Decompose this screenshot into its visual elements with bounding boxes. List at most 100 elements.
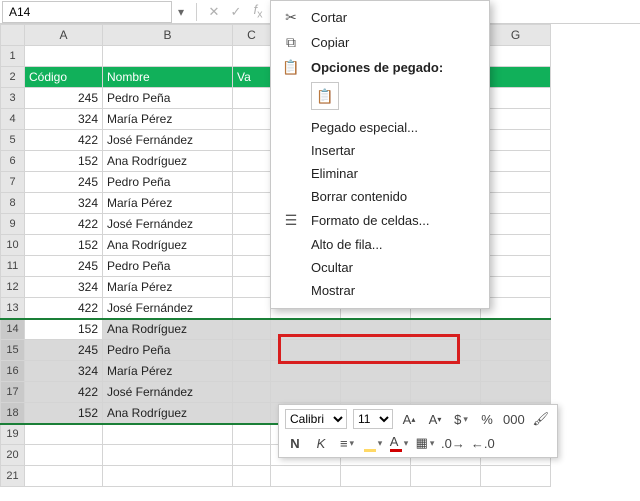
cell[interactable] <box>233 109 271 130</box>
cell[interactable] <box>481 256 551 277</box>
col-header-B[interactable]: B <box>103 25 233 46</box>
cell[interactable] <box>481 235 551 256</box>
menu-cut[interactable]: ✂ Cortar <box>271 5 489 30</box>
row-header-15[interactable]: 15 <box>1 340 25 361</box>
cell[interactable]: 152 <box>25 235 103 256</box>
cell[interactable]: 324 <box>25 193 103 214</box>
decrease-font-button[interactable]: A▾ <box>425 409 445 429</box>
row-header-4[interactable]: 4 <box>1 109 25 130</box>
cell[interactable] <box>341 382 411 403</box>
select-all-corner[interactable] <box>1 25 25 46</box>
cell[interactable] <box>341 340 411 361</box>
cell[interactable] <box>103 466 233 487</box>
col-header-G[interactable]: G <box>481 25 551 46</box>
cell[interactable] <box>233 151 271 172</box>
cell[interactable] <box>271 466 341 487</box>
cell[interactable]: Ana Rodríguez <box>103 319 233 340</box>
menu-hide[interactable]: Ocultar <box>271 256 489 279</box>
cell[interactable]: 245 <box>25 172 103 193</box>
cell[interactable] <box>233 214 271 235</box>
cell[interactable] <box>233 193 271 214</box>
cell[interactable] <box>481 151 551 172</box>
cell[interactable]: 245 <box>25 340 103 361</box>
row-header-9[interactable]: 9 <box>1 214 25 235</box>
cell[interactable] <box>481 130 551 151</box>
cell[interactable]: Pedro Peña <box>103 172 233 193</box>
cell[interactable] <box>233 382 271 403</box>
cell[interactable] <box>481 298 551 319</box>
menu-insert[interactable]: Insertar <box>271 139 489 162</box>
cell[interactable] <box>233 424 271 445</box>
menu-delete[interactable]: Eliminar <box>271 162 489 185</box>
cell[interactable] <box>481 382 551 403</box>
row-header-20[interactable]: 20 <box>1 445 25 466</box>
cell[interactable] <box>25 445 103 466</box>
font-size-select[interactable]: 11 <box>353 409 393 429</box>
font-select[interactable]: Calibri <box>285 409 347 429</box>
italic-button[interactable]: K <box>311 433 331 453</box>
font-color-button[interactable]: A <box>389 433 409 453</box>
cell[interactable] <box>25 424 103 445</box>
cell[interactable] <box>233 88 271 109</box>
menu-show[interactable]: Mostrar <box>271 279 489 302</box>
cell[interactable] <box>341 466 411 487</box>
cell[interactable] <box>481 214 551 235</box>
menu-row-height[interactable]: Alto de fila... <box>271 233 489 256</box>
row-header-11[interactable]: 11 <box>1 256 25 277</box>
cell[interactable] <box>233 466 271 487</box>
cell[interactable] <box>481 46 551 67</box>
cell[interactable]: 152 <box>25 319 103 340</box>
cell[interactable] <box>271 361 341 382</box>
cell[interactable] <box>233 403 271 424</box>
cell[interactable]: 422 <box>25 130 103 151</box>
cell[interactable]: Ana Rodríguez <box>103 403 233 424</box>
cell[interactable]: 324 <box>25 361 103 382</box>
row-header-19[interactable]: 19 <box>1 424 25 445</box>
cell[interactable] <box>25 466 103 487</box>
row-header-2[interactable]: 2 <box>1 67 25 88</box>
cell[interactable] <box>411 361 481 382</box>
cell[interactable] <box>411 319 481 340</box>
cell[interactable]: 245 <box>25 256 103 277</box>
row-header-16[interactable]: 16 <box>1 361 25 382</box>
row-header-13[interactable]: 13 <box>1 298 25 319</box>
cell[interactable]: 324 <box>25 109 103 130</box>
cell[interactable]: 422 <box>25 382 103 403</box>
cell[interactable]: María Pérez <box>103 193 233 214</box>
fx-icon[interactable]: fx <box>247 2 269 21</box>
menu-format-cells[interactable]: ☰ Formato de celdas... <box>271 208 489 233</box>
borders-button[interactable]: ▦ <box>415 433 435 453</box>
cell[interactable] <box>481 88 551 109</box>
menu-paste-special[interactable]: Pegado especial... <box>271 116 489 139</box>
row-header-17[interactable]: 17 <box>1 382 25 403</box>
cell[interactable] <box>481 466 551 487</box>
cell[interactable] <box>411 466 481 487</box>
cell[interactable] <box>341 361 411 382</box>
row-header-10[interactable]: 10 <box>1 235 25 256</box>
paste-default-button[interactable]: 📋 <box>311 82 339 110</box>
cell[interactable] <box>481 340 551 361</box>
cell[interactable] <box>481 109 551 130</box>
align-button[interactable]: ≡ <box>337 433 357 453</box>
cell[interactable] <box>481 193 551 214</box>
cell[interactable] <box>233 361 271 382</box>
cell[interactable]: Pedro Peña <box>103 340 233 361</box>
cell[interactable]: 245 <box>25 88 103 109</box>
cell[interactable] <box>233 256 271 277</box>
cell[interactable] <box>481 277 551 298</box>
cell[interactable] <box>233 172 271 193</box>
cell[interactable] <box>481 172 551 193</box>
cell[interactable]: 324 <box>25 277 103 298</box>
cell[interactable] <box>341 319 411 340</box>
format-painter-icon[interactable]: 🖌 <box>531 409 551 429</box>
row-header-8[interactable]: 8 <box>1 193 25 214</box>
cell[interactable]: Código <box>25 67 103 88</box>
fill-color-button[interactable] <box>363 433 383 453</box>
cell[interactable]: 152 <box>25 403 103 424</box>
cell[interactable]: José Fernández <box>103 382 233 403</box>
row-header-18[interactable]: 18 <box>1 403 25 424</box>
cell[interactable]: Ana Rodríguez <box>103 235 233 256</box>
row-header-3[interactable]: 3 <box>1 88 25 109</box>
menu-clear-contents[interactable]: Borrar contenido <box>271 185 489 208</box>
col-header-A[interactable]: A <box>25 25 103 46</box>
